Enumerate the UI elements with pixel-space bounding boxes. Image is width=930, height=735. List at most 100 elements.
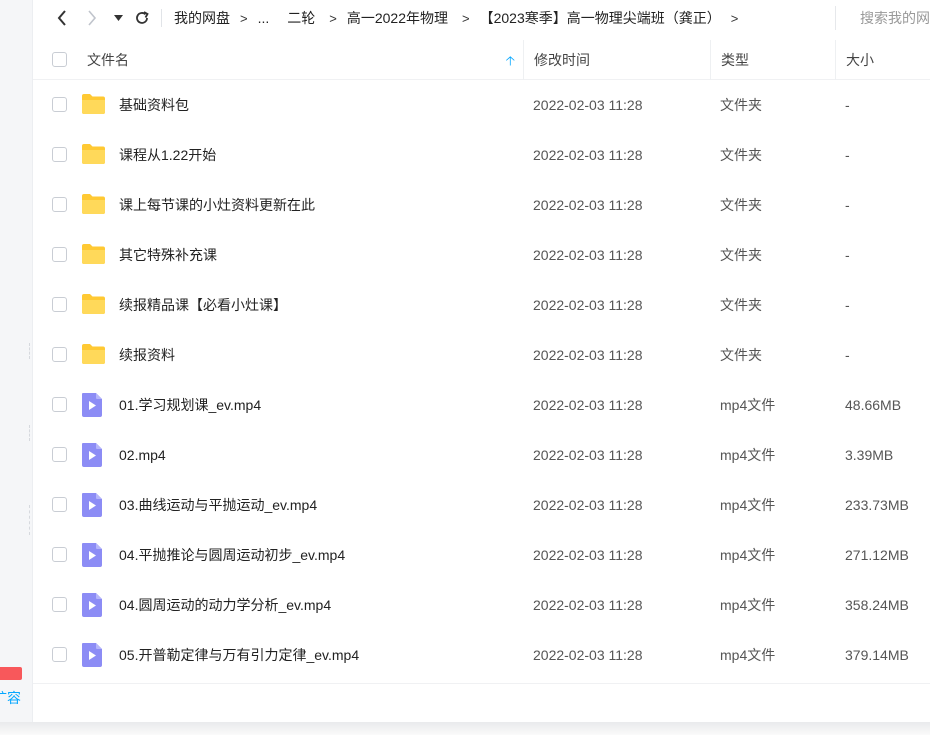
file-row[interactable]: 02.mp4 2022-02-03 11:28 mp4文件 3.39MB [33,430,930,480]
file-name[interactable]: 04.平抛推论与圆周运动初步_ev.mp4 [119,530,345,580]
file-size: 379.14MB [845,647,909,663]
file-type: 文件夹 [720,247,762,263]
file-size: - [845,247,850,263]
file-name[interactable]: 续报精品课【必看小灶课】 [119,280,287,330]
folder-icon [81,343,106,367]
file-row[interactable]: 续报精品课【必看小灶课】 2022-02-03 11:28 文件夹 - [33,280,930,330]
row-checkbox[interactable] [52,297,67,312]
file-modified-date: 2022-02-03 11:28 [533,497,643,513]
column-header-type[interactable]: 类型 [710,39,835,80]
file-modified-date: 2022-02-03 11:28 [533,397,643,413]
breadcrumb-separator-icon: > [329,10,337,26]
video-file-icon [81,493,106,517]
file-type: mp4文件 [720,447,776,463]
breadcrumb-separator-icon: > [462,10,470,26]
expand-storage-link[interactable]: 扩容 [0,688,33,708]
sidebar-divider [26,343,30,359]
file-modified-date: 2022-02-03 11:28 [533,547,643,563]
file-name[interactable]: 05.开普勒定律与万有引力定律_ev.mp4 [119,630,359,680]
back-button[interactable] [47,0,77,36]
breadcrumb-item[interactable]: 二轮 [273,8,319,28]
file-size: - [845,97,850,113]
file-row[interactable]: 01.学习规划课_ev.mp4 2022-02-03 11:28 mp4文件 48.6… [33,380,930,430]
row-checkbox[interactable] [52,247,67,262]
file-name[interactable]: 01.学习规划课_ev.mp4 [119,380,261,430]
history-dropdown-button[interactable] [107,0,129,36]
file-name[interactable]: 基础资料包 [119,80,189,130]
breadcrumb-separator-icon: > [240,10,248,26]
file-row[interactable]: 05.开普勒定律与万有引力定律_ev.mp4 2022-02-03 11:28 mp… [33,630,930,680]
file-modified-date: 2022-02-03 11:28 [533,347,643,363]
file-modified-date: 2022-02-03 11:28 [533,97,643,113]
column-header-size-label: 大小 [846,51,874,68]
file-modified-date: 2022-02-03 11:28 [533,147,643,163]
file-row[interactable]: 04.圆周运动的动力学分析_ev.mp4 2022-02-03 11:28 mp4文… [33,580,930,630]
folder-icon [81,293,106,317]
caret-down-icon [113,15,123,21]
file-type: mp4文件 [720,597,776,613]
file-name[interactable]: 课上每节课的小灶资料更新在此 [119,180,315,230]
column-header-name[interactable]: 文件名 🡡 [33,40,523,80]
file-row[interactable]: 续报资料 2022-02-03 11:28 文件夹 - [33,330,930,380]
forward-button[interactable] [77,0,107,36]
toolbar: 我的网盘 > ... 二轮 > 高一2022年物理 > 【2023寒季】高一物理… [33,0,930,36]
file-name[interactable]: 续报资料 [119,330,175,380]
file-list-header: 文件名 🡡 修改时间 类型 大小 [33,39,930,80]
file-modified-date: 2022-02-03 11:28 [533,647,643,663]
file-name[interactable]: 其它特殊补充课 [119,230,217,280]
video-file-icon [81,593,106,617]
file-name[interactable]: 04.圆周运动的动力学分析_ev.mp4 [119,580,331,630]
file-size: 233.73MB [845,497,909,513]
file-row[interactable]: 其它特殊补充课 2022-02-03 11:28 文件夹 - [33,230,930,280]
breadcrumb-item[interactable]: 高一2022年物理 [343,8,452,28]
file-name[interactable]: 课程从1.22开始 [119,130,216,180]
file-row[interactable]: 04.平抛推论与圆周运动初步_ev.mp4 2022-02-03 11:28 mp4… [33,530,930,580]
breadcrumb-ellipsis[interactable]: ... [254,10,274,26]
file-name[interactable]: 03.曲线运动与平抛运动_ev.mp4 [119,480,317,530]
file-row[interactable]: 课上每节课的小灶资料更新在此 2022-02-03 11:28 文件夹 - [33,180,930,230]
file-list: 基础资料包 2022-02-03 11:28 文件夹 - 课程从1.22开始 2022-0… [33,80,930,680]
toolbar-divider [161,9,162,27]
row-checkbox[interactable] [52,147,67,162]
refresh-button[interactable] [129,0,155,36]
file-size: - [845,197,850,213]
file-size: - [845,297,850,313]
row-checkbox[interactable] [52,347,67,362]
folder-icon [81,193,106,217]
file-type: mp4文件 [720,497,776,513]
row-checkbox[interactable] [52,97,67,112]
sort-ascending-icon[interactable]: 🡡 [506,52,515,74]
file-modified-date: 2022-02-03 11:28 [533,297,643,313]
breadcrumb-item[interactable]: 我的网盘 [170,8,234,28]
file-modified-date: 2022-02-03 11:28 [533,597,643,613]
file-name[interactable]: 02.mp4 [119,430,166,480]
search-input[interactable]: 搜索我的网盘文件 [835,6,930,30]
file-row[interactable]: 课程从1.22开始 2022-02-03 11:28 文件夹 - [33,130,930,180]
file-type: 文件夹 [720,197,762,213]
video-file-icon [81,393,106,417]
file-type: mp4文件 [720,647,776,663]
file-type: 文件夹 [720,97,762,113]
row-checkbox[interactable] [52,597,67,612]
file-row[interactable]: 03.曲线运动与平抛运动_ev.mp4 2022-02-03 11:28 mp4文件… [33,480,930,530]
file-size: 271.12MB [845,547,909,563]
column-header-date[interactable]: 修改时间 [523,39,710,80]
chevron-left-icon [57,10,66,26]
row-checkbox[interactable] [52,547,67,562]
file-type: 文件夹 [720,147,762,163]
file-size: 358.24MB [845,597,909,613]
breadcrumb: 我的网盘 > ... 二轮 > 高一2022年物理 > 【2023寒季】高一物理… [170,8,744,28]
refresh-icon [136,11,149,24]
folder-icon [81,93,106,117]
file-row[interactable]: 基础资料包 2022-02-03 11:28 文件夹 - [33,80,930,130]
file-type: mp4文件 [720,547,776,563]
video-file-icon [81,443,106,467]
row-checkbox[interactable] [52,647,67,662]
row-checkbox[interactable] [52,497,67,512]
row-checkbox[interactable] [52,397,67,412]
file-size: - [845,347,850,363]
column-header-size[interactable]: 大小 [835,39,930,80]
row-checkbox[interactable] [52,197,67,212]
row-checkbox[interactable] [52,447,67,462]
video-file-icon [81,543,106,567]
